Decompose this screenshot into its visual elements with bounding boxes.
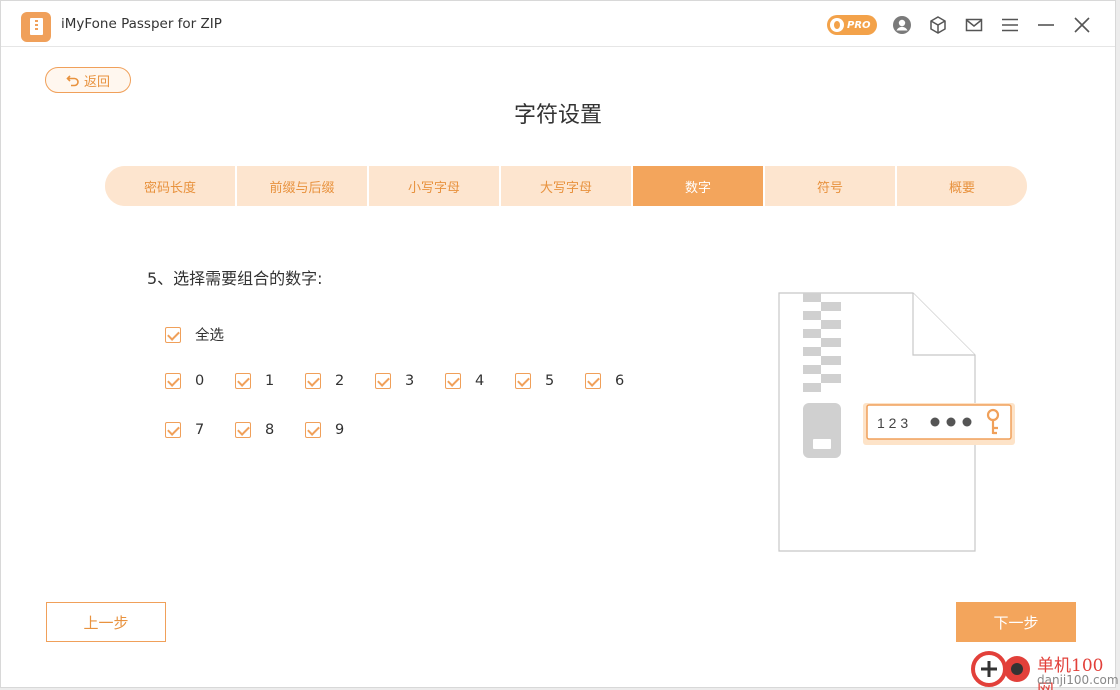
checkbox-checked-icon bbox=[165, 326, 181, 343]
digit-label: 2 bbox=[335, 373, 345, 389]
digit-checkbox-5[interactable]: 5 bbox=[515, 373, 554, 389]
checkbox-checked-icon bbox=[515, 373, 531, 389]
watermark-logo-icon bbox=[971, 651, 1030, 687]
checkbox-checked-icon bbox=[445, 373, 461, 389]
previous-step-button[interactable]: 上一步 bbox=[46, 602, 166, 642]
checkbox-checked-icon bbox=[165, 373, 181, 389]
checkbox-checked-icon bbox=[585, 373, 601, 389]
checkbox-checked-icon bbox=[305, 373, 321, 389]
pro-badge[interactable]: PRO bbox=[827, 15, 877, 35]
digit-label: 4 bbox=[475, 373, 485, 389]
step-tab-summary[interactable]: 概要 bbox=[897, 166, 1027, 206]
digit-label: 5 bbox=[545, 373, 555, 389]
back-button[interactable]: 返回 bbox=[45, 67, 131, 93]
digit-checkbox-1[interactable]: 1 bbox=[235, 373, 274, 389]
step-tabs: 密码长度 前缀与后缀 小写字母 大写字母 数字 符号 概要 bbox=[105, 166, 1027, 206]
digit-label: 8 bbox=[265, 422, 275, 438]
step-tab-prefix-suffix[interactable]: 前缀与后缀 bbox=[237, 166, 369, 206]
select-all-label: 全选 bbox=[195, 328, 224, 344]
undo-arrow-icon bbox=[66, 75, 79, 87]
digit-checkbox-8[interactable]: 8 bbox=[235, 422, 274, 438]
app-logo-icon bbox=[21, 12, 51, 42]
title-bar: iMyFone Passper for ZIP PRO bbox=[1, 1, 1115, 47]
digit-label: 9 bbox=[335, 422, 345, 438]
title-bar-controls: PRO bbox=[827, 12, 1093, 38]
minimize-icon[interactable] bbox=[1035, 14, 1057, 36]
digit-checkbox-2[interactable]: 2 bbox=[305, 373, 344, 389]
menu-icon[interactable] bbox=[999, 14, 1021, 36]
password-preview: 1 2 3 bbox=[877, 415, 908, 431]
site-watermark: 单机100网 danji100.com bbox=[971, 649, 1119, 690]
digit-label: 3 bbox=[405, 373, 415, 389]
digit-label: 6 bbox=[615, 373, 625, 389]
digit-label: 0 bbox=[195, 373, 205, 389]
watermark-line2: danji100.com bbox=[1037, 673, 1119, 687]
step-tab-uppercase[interactable]: 大写字母 bbox=[501, 166, 633, 206]
digit-label: 7 bbox=[195, 422, 205, 438]
checkbox-checked-icon bbox=[235, 422, 251, 438]
digit-checkbox-4[interactable]: 4 bbox=[445, 373, 484, 389]
pro-label: PRO bbox=[847, 19, 871, 31]
coin-icon bbox=[830, 18, 844, 32]
checkbox-checked-icon bbox=[165, 422, 181, 438]
digit-checkbox-6[interactable]: 6 bbox=[585, 373, 624, 389]
close-icon[interactable] bbox=[1071, 14, 1093, 36]
step-tab-lowercase[interactable]: 小写字母 bbox=[369, 166, 501, 206]
app-window: iMyFone Passper for ZIP PRO 返回 字符设置 密码长度… bbox=[0, 0, 1119, 690]
digit-checkbox-3[interactable]: 3 bbox=[375, 373, 414, 389]
step-tab-password-length[interactable]: 密码长度 bbox=[105, 166, 237, 206]
mail-icon[interactable] bbox=[963, 14, 985, 36]
section-label: 5、选择需要组合的数字: bbox=[147, 269, 323, 288]
cube-icon[interactable] bbox=[927, 14, 949, 36]
digit-label: 1 bbox=[265, 373, 275, 389]
digit-checkbox-9[interactable]: 9 bbox=[305, 422, 344, 438]
user-icon[interactable] bbox=[891, 14, 913, 36]
back-label: 返回 bbox=[83, 74, 110, 90]
checkbox-checked-icon bbox=[235, 373, 251, 389]
select-all-checkbox[interactable]: 全选 bbox=[165, 324, 224, 345]
next-step-button[interactable]: 下一步 bbox=[956, 602, 1076, 642]
app-title: iMyFone Passper for ZIP bbox=[61, 16, 222, 32]
step-tab-digits[interactable]: 数字 bbox=[633, 166, 765, 206]
checkbox-checked-icon bbox=[305, 422, 321, 438]
page-title: 字符设置 bbox=[513, 103, 602, 128]
step-tab-symbols[interactable]: 符号 bbox=[765, 166, 897, 206]
checkbox-checked-icon bbox=[375, 373, 391, 389]
digit-checkbox-0[interactable]: 0 bbox=[165, 373, 204, 389]
zip-file-illustration: 1 2 3 bbox=[778, 292, 1015, 552]
digit-checkbox-7[interactable]: 7 bbox=[165, 422, 204, 438]
